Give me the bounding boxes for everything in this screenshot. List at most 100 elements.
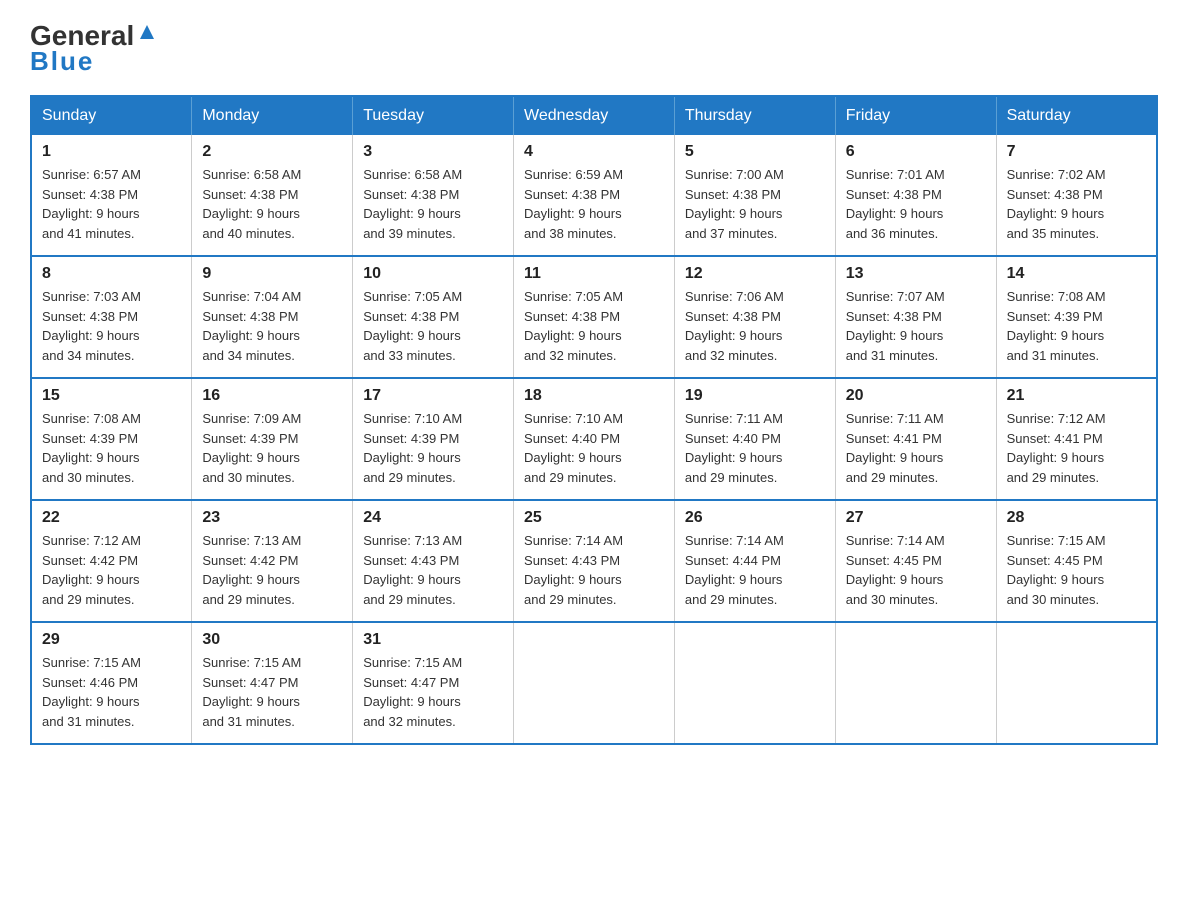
day-number: 2	[202, 143, 342, 161]
weekday-header-wednesday: Wednesday	[514, 96, 675, 135]
day-info: Sunrise: 7:12 AMSunset: 4:41 PMDaylight:…	[1007, 411, 1106, 485]
calendar-empty-cell	[835, 622, 996, 744]
calendar-day-cell: 16 Sunrise: 7:09 AMSunset: 4:39 PMDaylig…	[192, 378, 353, 500]
day-info: Sunrise: 7:12 AMSunset: 4:42 PMDaylight:…	[42, 533, 141, 607]
weekday-header-sunday: Sunday	[31, 96, 192, 135]
day-number: 18	[524, 387, 664, 405]
calendar-week-row: 22 Sunrise: 7:12 AMSunset: 4:42 PMDaylig…	[31, 500, 1157, 622]
weekday-header-monday: Monday	[192, 96, 353, 135]
day-info: Sunrise: 6:58 AMSunset: 4:38 PMDaylight:…	[363, 167, 462, 241]
calendar-day-cell: 15 Sunrise: 7:08 AMSunset: 4:39 PMDaylig…	[31, 378, 192, 500]
calendar-day-cell: 14 Sunrise: 7:08 AMSunset: 4:39 PMDaylig…	[996, 256, 1157, 378]
day-number: 1	[42, 143, 181, 161]
day-info: Sunrise: 7:08 AMSunset: 4:39 PMDaylight:…	[1007, 289, 1106, 363]
day-number: 20	[846, 387, 986, 405]
day-info: Sunrise: 7:14 AMSunset: 4:43 PMDaylight:…	[524, 533, 623, 607]
calendar-day-cell: 20 Sunrise: 7:11 AMSunset: 4:41 PMDaylig…	[835, 378, 996, 500]
day-info: Sunrise: 7:04 AMSunset: 4:38 PMDaylight:…	[202, 289, 301, 363]
day-info: Sunrise: 7:10 AMSunset: 4:40 PMDaylight:…	[524, 411, 623, 485]
day-number: 17	[363, 387, 503, 405]
day-number: 30	[202, 631, 342, 649]
day-info: Sunrise: 7:03 AMSunset: 4:38 PMDaylight:…	[42, 289, 141, 363]
calendar-day-cell: 28 Sunrise: 7:15 AMSunset: 4:45 PMDaylig…	[996, 500, 1157, 622]
day-number: 9	[202, 265, 342, 283]
calendar-day-cell: 31 Sunrise: 7:15 AMSunset: 4:47 PMDaylig…	[353, 622, 514, 744]
day-number: 21	[1007, 387, 1146, 405]
day-number: 16	[202, 387, 342, 405]
calendar-day-cell: 18 Sunrise: 7:10 AMSunset: 4:40 PMDaylig…	[514, 378, 675, 500]
calendar-day-cell: 13 Sunrise: 7:07 AMSunset: 4:38 PMDaylig…	[835, 256, 996, 378]
day-number: 4	[524, 143, 664, 161]
calendar-day-cell: 29 Sunrise: 7:15 AMSunset: 4:46 PMDaylig…	[31, 622, 192, 744]
calendar-day-cell: 4 Sunrise: 6:59 AMSunset: 4:38 PMDayligh…	[514, 135, 675, 256]
calendar-day-cell: 21 Sunrise: 7:12 AMSunset: 4:41 PMDaylig…	[996, 378, 1157, 500]
day-info: Sunrise: 7:13 AMSunset: 4:42 PMDaylight:…	[202, 533, 301, 607]
day-number: 27	[846, 509, 986, 527]
calendar-day-cell: 26 Sunrise: 7:14 AMSunset: 4:44 PMDaylig…	[674, 500, 835, 622]
day-number: 29	[42, 631, 181, 649]
day-number: 6	[846, 143, 986, 161]
calendar-day-cell: 12 Sunrise: 7:06 AMSunset: 4:38 PMDaylig…	[674, 256, 835, 378]
day-info: Sunrise: 7:07 AMSunset: 4:38 PMDaylight:…	[846, 289, 945, 363]
day-info: Sunrise: 7:09 AMSunset: 4:39 PMDaylight:…	[202, 411, 301, 485]
calendar-day-cell: 25 Sunrise: 7:14 AMSunset: 4:43 PMDaylig…	[514, 500, 675, 622]
calendar-empty-cell	[514, 622, 675, 744]
calendar-day-cell: 23 Sunrise: 7:13 AMSunset: 4:42 PMDaylig…	[192, 500, 353, 622]
page-header: General Blue	[30, 20, 1158, 77]
day-number: 28	[1007, 509, 1146, 527]
calendar-day-cell: 5 Sunrise: 7:00 AMSunset: 4:38 PMDayligh…	[674, 135, 835, 256]
day-number: 11	[524, 265, 664, 283]
day-info: Sunrise: 7:15 AMSunset: 4:47 PMDaylight:…	[202, 655, 301, 729]
day-number: 24	[363, 509, 503, 527]
calendar-day-cell: 1 Sunrise: 6:57 AMSunset: 4:38 PMDayligh…	[31, 135, 192, 256]
day-number: 5	[685, 143, 825, 161]
calendar-day-cell: 10 Sunrise: 7:05 AMSunset: 4:38 PMDaylig…	[353, 256, 514, 378]
calendar-table: SundayMondayTuesdayWednesdayThursdayFrid…	[30, 95, 1158, 745]
calendar-empty-cell	[674, 622, 835, 744]
day-info: Sunrise: 7:15 AMSunset: 4:45 PMDaylight:…	[1007, 533, 1106, 607]
day-number: 19	[685, 387, 825, 405]
day-info: Sunrise: 7:08 AMSunset: 4:39 PMDaylight:…	[42, 411, 141, 485]
day-number: 31	[363, 631, 503, 649]
day-number: 8	[42, 265, 181, 283]
logo-blue: Blue	[30, 46, 94, 77]
day-number: 23	[202, 509, 342, 527]
calendar-day-cell: 7 Sunrise: 7:02 AMSunset: 4:38 PMDayligh…	[996, 135, 1157, 256]
calendar-week-row: 15 Sunrise: 7:08 AMSunset: 4:39 PMDaylig…	[31, 378, 1157, 500]
calendar-empty-cell	[996, 622, 1157, 744]
day-info: Sunrise: 7:05 AMSunset: 4:38 PMDaylight:…	[363, 289, 462, 363]
weekday-header-thursday: Thursday	[674, 96, 835, 135]
calendar-day-cell: 30 Sunrise: 7:15 AMSunset: 4:47 PMDaylig…	[192, 622, 353, 744]
day-info: Sunrise: 7:15 AMSunset: 4:46 PMDaylight:…	[42, 655, 141, 729]
day-number: 26	[685, 509, 825, 527]
calendar-day-cell: 22 Sunrise: 7:12 AMSunset: 4:42 PMDaylig…	[31, 500, 192, 622]
calendar-day-cell: 3 Sunrise: 6:58 AMSunset: 4:38 PMDayligh…	[353, 135, 514, 256]
calendar-day-cell: 2 Sunrise: 6:58 AMSunset: 4:38 PMDayligh…	[192, 135, 353, 256]
weekday-header-saturday: Saturday	[996, 96, 1157, 135]
weekday-header-friday: Friday	[835, 96, 996, 135]
day-info: Sunrise: 7:14 AMSunset: 4:45 PMDaylight:…	[846, 533, 945, 607]
day-number: 15	[42, 387, 181, 405]
day-number: 12	[685, 265, 825, 283]
day-info: Sunrise: 7:15 AMSunset: 4:47 PMDaylight:…	[363, 655, 462, 729]
calendar-day-cell: 11 Sunrise: 7:05 AMSunset: 4:38 PMDaylig…	[514, 256, 675, 378]
weekday-header-row: SundayMondayTuesdayWednesdayThursdayFrid…	[31, 96, 1157, 135]
day-info: Sunrise: 6:57 AMSunset: 4:38 PMDaylight:…	[42, 167, 141, 241]
day-info: Sunrise: 6:59 AMSunset: 4:38 PMDaylight:…	[524, 167, 623, 241]
day-info: Sunrise: 7:05 AMSunset: 4:38 PMDaylight:…	[524, 289, 623, 363]
calendar-day-cell: 6 Sunrise: 7:01 AMSunset: 4:38 PMDayligh…	[835, 135, 996, 256]
day-number: 7	[1007, 143, 1146, 161]
day-info: Sunrise: 7:11 AMSunset: 4:41 PMDaylight:…	[846, 411, 944, 485]
calendar-day-cell: 17 Sunrise: 7:10 AMSunset: 4:39 PMDaylig…	[353, 378, 514, 500]
day-info: Sunrise: 7:00 AMSunset: 4:38 PMDaylight:…	[685, 167, 784, 241]
calendar-day-cell: 9 Sunrise: 7:04 AMSunset: 4:38 PMDayligh…	[192, 256, 353, 378]
day-info: Sunrise: 7:14 AMSunset: 4:44 PMDaylight:…	[685, 533, 784, 607]
logo-triangle-icon	[136, 21, 158, 43]
day-info: Sunrise: 7:02 AMSunset: 4:38 PMDaylight:…	[1007, 167, 1106, 241]
calendar-day-cell: 27 Sunrise: 7:14 AMSunset: 4:45 PMDaylig…	[835, 500, 996, 622]
day-number: 22	[42, 509, 181, 527]
calendar-week-row: 8 Sunrise: 7:03 AMSunset: 4:38 PMDayligh…	[31, 256, 1157, 378]
calendar-day-cell: 19 Sunrise: 7:11 AMSunset: 4:40 PMDaylig…	[674, 378, 835, 500]
day-info: Sunrise: 7:13 AMSunset: 4:43 PMDaylight:…	[363, 533, 462, 607]
day-info: Sunrise: 7:01 AMSunset: 4:38 PMDaylight:…	[846, 167, 945, 241]
